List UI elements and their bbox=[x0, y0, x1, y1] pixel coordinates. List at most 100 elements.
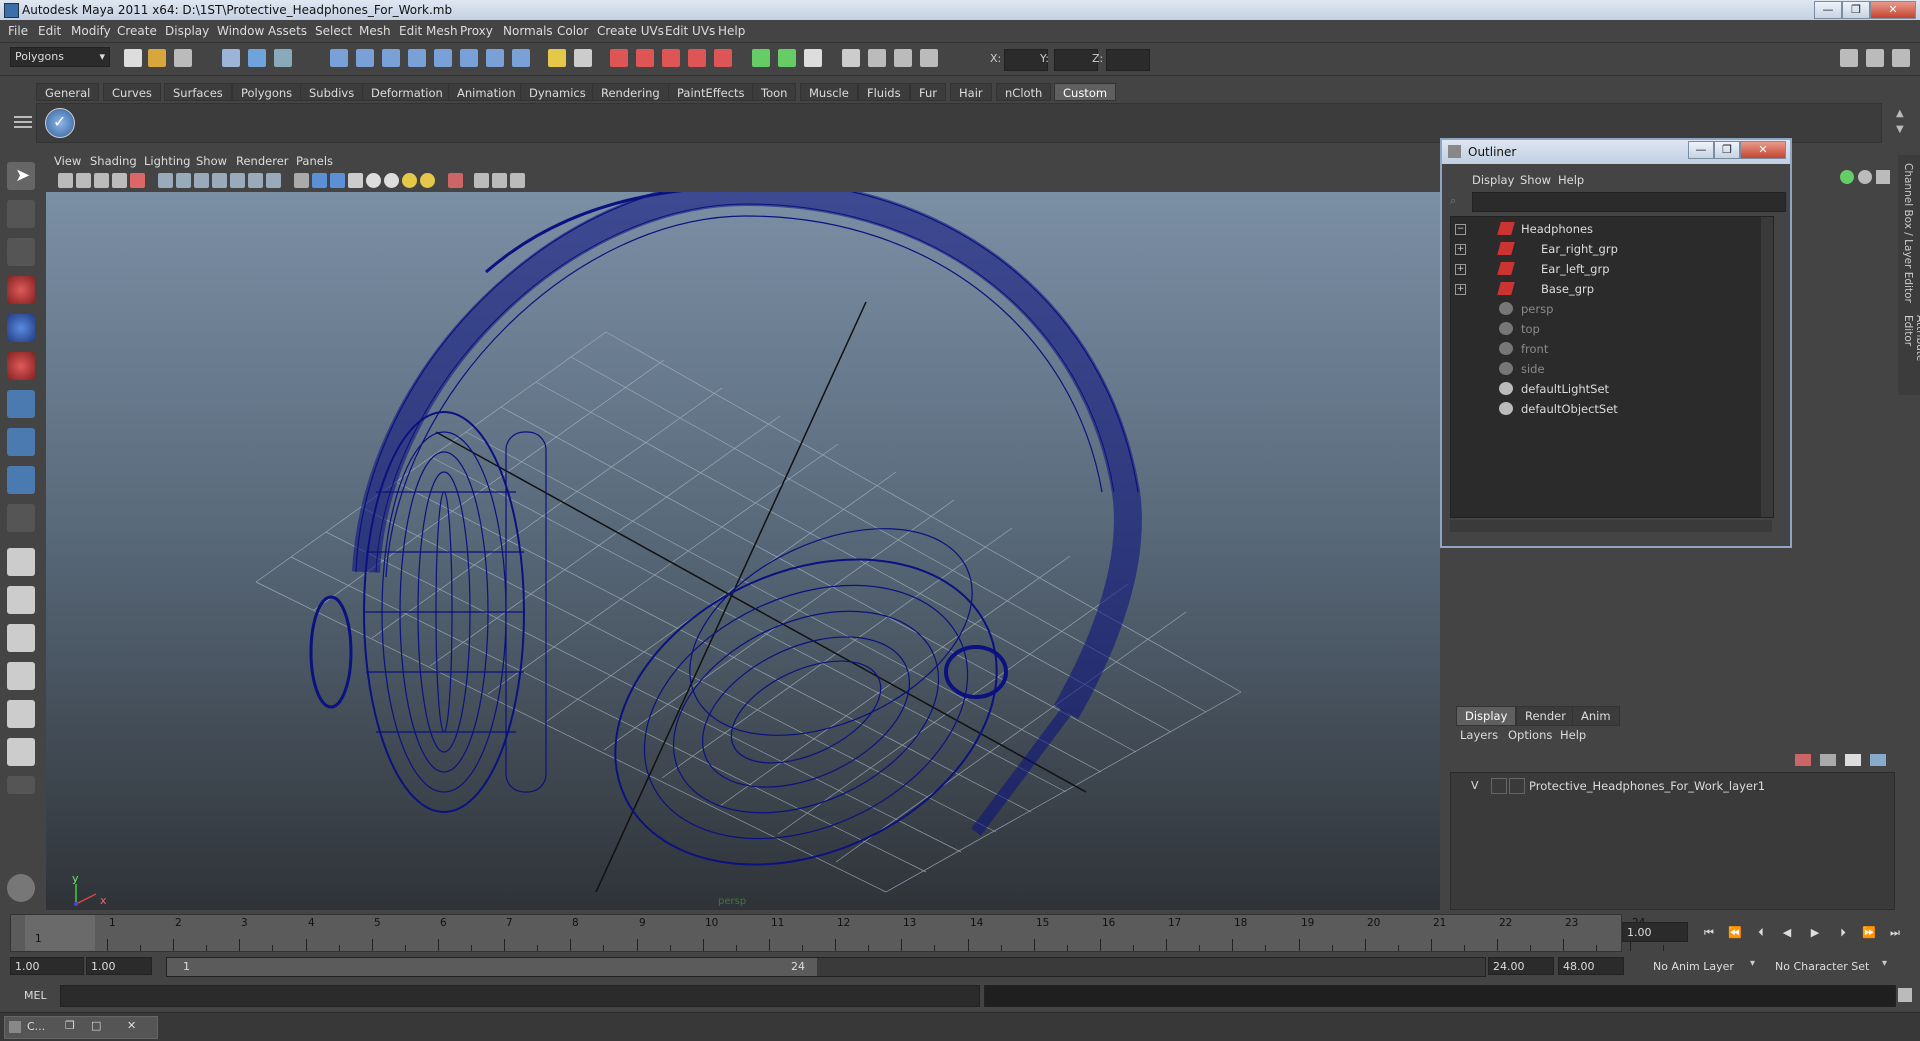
paint-select-tool-icon[interactable] bbox=[7, 238, 35, 266]
viewport-menu-shading[interactable]: Shading bbox=[90, 154, 137, 168]
snap-view-plane-icon[interactable] bbox=[688, 49, 706, 67]
play-forwards-icon[interactable]: ▶ bbox=[1806, 926, 1824, 940]
lock-selection-icon[interactable] bbox=[548, 49, 566, 67]
new-scene-icon[interactable] bbox=[124, 49, 142, 67]
select-handles-icon[interactable] bbox=[330, 49, 348, 67]
gate-mask-icon[interactable] bbox=[212, 173, 227, 188]
transform-input-icon[interactable] bbox=[920, 49, 938, 67]
image-plane-icon[interactable] bbox=[112, 173, 127, 188]
step-forward-frame-icon[interactable]: ⏩ bbox=[1860, 926, 1878, 940]
menu-display[interactable]: Display bbox=[165, 24, 209, 38]
hq-lighting-icon[interactable] bbox=[420, 173, 435, 188]
tab-animation[interactable]: Animation bbox=[448, 83, 525, 101]
select-joints-icon[interactable] bbox=[356, 49, 374, 67]
mode-selector[interactable]: Polygons ▾ bbox=[10, 47, 110, 67]
range-slider-handle[interactable]: 1 24 bbox=[167, 958, 817, 976]
menu-modify[interactable]: Modify bbox=[71, 24, 111, 38]
persp-graph-layout-icon[interactable] bbox=[7, 738, 35, 766]
layer-tab-anim[interactable]: Anim bbox=[1572, 706, 1620, 726]
menu-window[interactable]: Window bbox=[217, 24, 264, 38]
expand-icon[interactable]: + bbox=[1455, 284, 1466, 295]
menu-proxy[interactable]: Proxy bbox=[460, 24, 493, 38]
tab-painteffects[interactable]: PaintEffects bbox=[668, 83, 754, 101]
outliner-filter-input[interactable] bbox=[1472, 192, 1786, 212]
outliner-horizontal-scrollbar[interactable] bbox=[1450, 520, 1772, 532]
safe-title-icon[interactable] bbox=[266, 173, 281, 188]
scale-tool-icon[interactable] bbox=[7, 352, 35, 380]
layer-menu-layers[interactable]: Layers bbox=[1460, 728, 1498, 742]
outliner-persp-layout-icon[interactable] bbox=[7, 624, 35, 652]
move-tool-icon[interactable] bbox=[7, 276, 35, 304]
tab-custom[interactable]: Custom bbox=[1054, 83, 1117, 101]
restore-icon[interactable]: ❐ bbox=[65, 1019, 75, 1032]
script-editor-icon[interactable] bbox=[1898, 988, 1912, 1002]
close-icon[interactable]: ✕ bbox=[127, 1019, 136, 1032]
tab-polygons[interactable]: Polygons bbox=[232, 83, 302, 101]
select-curves-icon[interactable] bbox=[382, 49, 400, 67]
outliner-item-front[interactable]: front bbox=[1451, 340, 1751, 358]
outliner-item-side[interactable]: side bbox=[1451, 360, 1751, 378]
menu-assets[interactable]: Assets bbox=[268, 24, 307, 38]
step-back-key-icon[interactable]: ⏴ bbox=[1752, 926, 1770, 940]
menu-file[interactable]: File bbox=[8, 24, 28, 38]
checkmark-icon[interactable]: ✓ bbox=[45, 108, 75, 138]
wireframe-shading-icon[interactable] bbox=[294, 173, 309, 188]
tab-channel-box-layer-editor[interactable]: Channel Box / Layer Editor bbox=[1902, 163, 1914, 303]
snap-curve-icon[interactable] bbox=[636, 49, 654, 67]
tab-hair[interactable]: Hair bbox=[950, 83, 992, 101]
select-surfaces-icon[interactable] bbox=[408, 49, 426, 67]
create-new-layer-icon[interactable] bbox=[1845, 754, 1861, 766]
snap-grid-icon[interactable] bbox=[610, 49, 628, 67]
shelf-menu-icon[interactable] bbox=[14, 108, 32, 138]
outliner-item-default-light-set[interactable]: defaultLightSet bbox=[1451, 380, 1751, 398]
last-tool-icon[interactable] bbox=[7, 504, 35, 532]
xray-components-icon[interactable] bbox=[510, 173, 525, 188]
step-forward-key-icon[interactable]: ⏵ bbox=[1834, 926, 1852, 940]
tab-general[interactable]: General bbox=[36, 83, 100, 101]
character-set-selector[interactable]: No Character Set bbox=[1770, 957, 1880, 975]
select-tool-icon[interactable]: ➤ bbox=[7, 162, 35, 190]
go-to-start-icon[interactable]: ⏮ bbox=[1700, 926, 1718, 940]
highlight-selection-icon[interactable] bbox=[574, 49, 592, 67]
layer-row[interactable]: V Protective_Headphones_For_Work_layer1 bbox=[1455, 777, 1875, 795]
tab-dynamics[interactable]: Dynamics bbox=[520, 83, 595, 101]
ipr-render-icon[interactable] bbox=[842, 49, 860, 67]
default-lighting-icon[interactable] bbox=[366, 173, 381, 188]
show-channel-box-icon[interactable] bbox=[1892, 49, 1910, 67]
filter-icon[interactable]: ⌕ bbox=[1450, 194, 1466, 210]
layer-visibility-toggle[interactable]: V bbox=[1471, 779, 1479, 792]
rotate-tool-icon[interactable] bbox=[7, 314, 35, 342]
select-camera-icon[interactable] bbox=[58, 173, 73, 188]
single-pane-layout-icon[interactable] bbox=[7, 548, 35, 576]
layer-color-swatch[interactable] bbox=[1509, 778, 1525, 794]
save-scene-icon[interactable] bbox=[174, 49, 192, 67]
tab-fur[interactable]: Fur bbox=[910, 83, 947, 101]
grid-toggle-icon[interactable] bbox=[158, 173, 173, 188]
end-time-field[interactable]: 48.00 bbox=[1558, 957, 1624, 975]
tab-ncloth[interactable]: nCloth bbox=[996, 83, 1052, 101]
playback-start-field[interactable]: 1.00 bbox=[86, 957, 152, 975]
four-pane-layout-icon[interactable] bbox=[7, 586, 35, 614]
tab-toon[interactable]: Toon bbox=[752, 83, 797, 101]
make-live-icon[interactable] bbox=[714, 49, 732, 67]
menu-edit-mesh[interactable]: Edit Mesh bbox=[399, 24, 458, 38]
textured-icon[interactable] bbox=[348, 173, 363, 188]
move-layer-down-icon[interactable] bbox=[1820, 754, 1836, 766]
shelf-scroll-down-icon[interactable]: ▼ bbox=[1896, 124, 1904, 135]
select-rendering-icon[interactable] bbox=[486, 49, 504, 67]
tab-deformation[interactable]: Deformation bbox=[362, 83, 452, 101]
hypershade-persp-layout-icon[interactable] bbox=[7, 700, 35, 728]
outliner-vertical-scrollbar[interactable] bbox=[1761, 217, 1773, 517]
safe-action-icon[interactable] bbox=[248, 173, 263, 188]
menu-normals[interactable]: Normals bbox=[503, 24, 553, 38]
channel-box-key-icon[interactable] bbox=[1840, 170, 1854, 184]
maximize-button[interactable]: ❐ bbox=[1842, 1, 1870, 19]
outliner-menu-show[interactable]: Show bbox=[1520, 173, 1551, 187]
go-to-end-icon[interactable]: ⏭ bbox=[1886, 926, 1904, 940]
outliner-item-persp[interactable]: persp bbox=[1451, 300, 1751, 318]
menu-select[interactable]: Select bbox=[315, 24, 352, 38]
outliner-item-ear-left-grp[interactable]: + Ear_left_grp bbox=[1451, 260, 1751, 278]
film-gate-icon[interactable] bbox=[176, 173, 191, 188]
lasso-tool-icon[interactable] bbox=[7, 200, 35, 228]
outliner-maximize-button[interactable]: ❐ bbox=[1714, 141, 1740, 159]
